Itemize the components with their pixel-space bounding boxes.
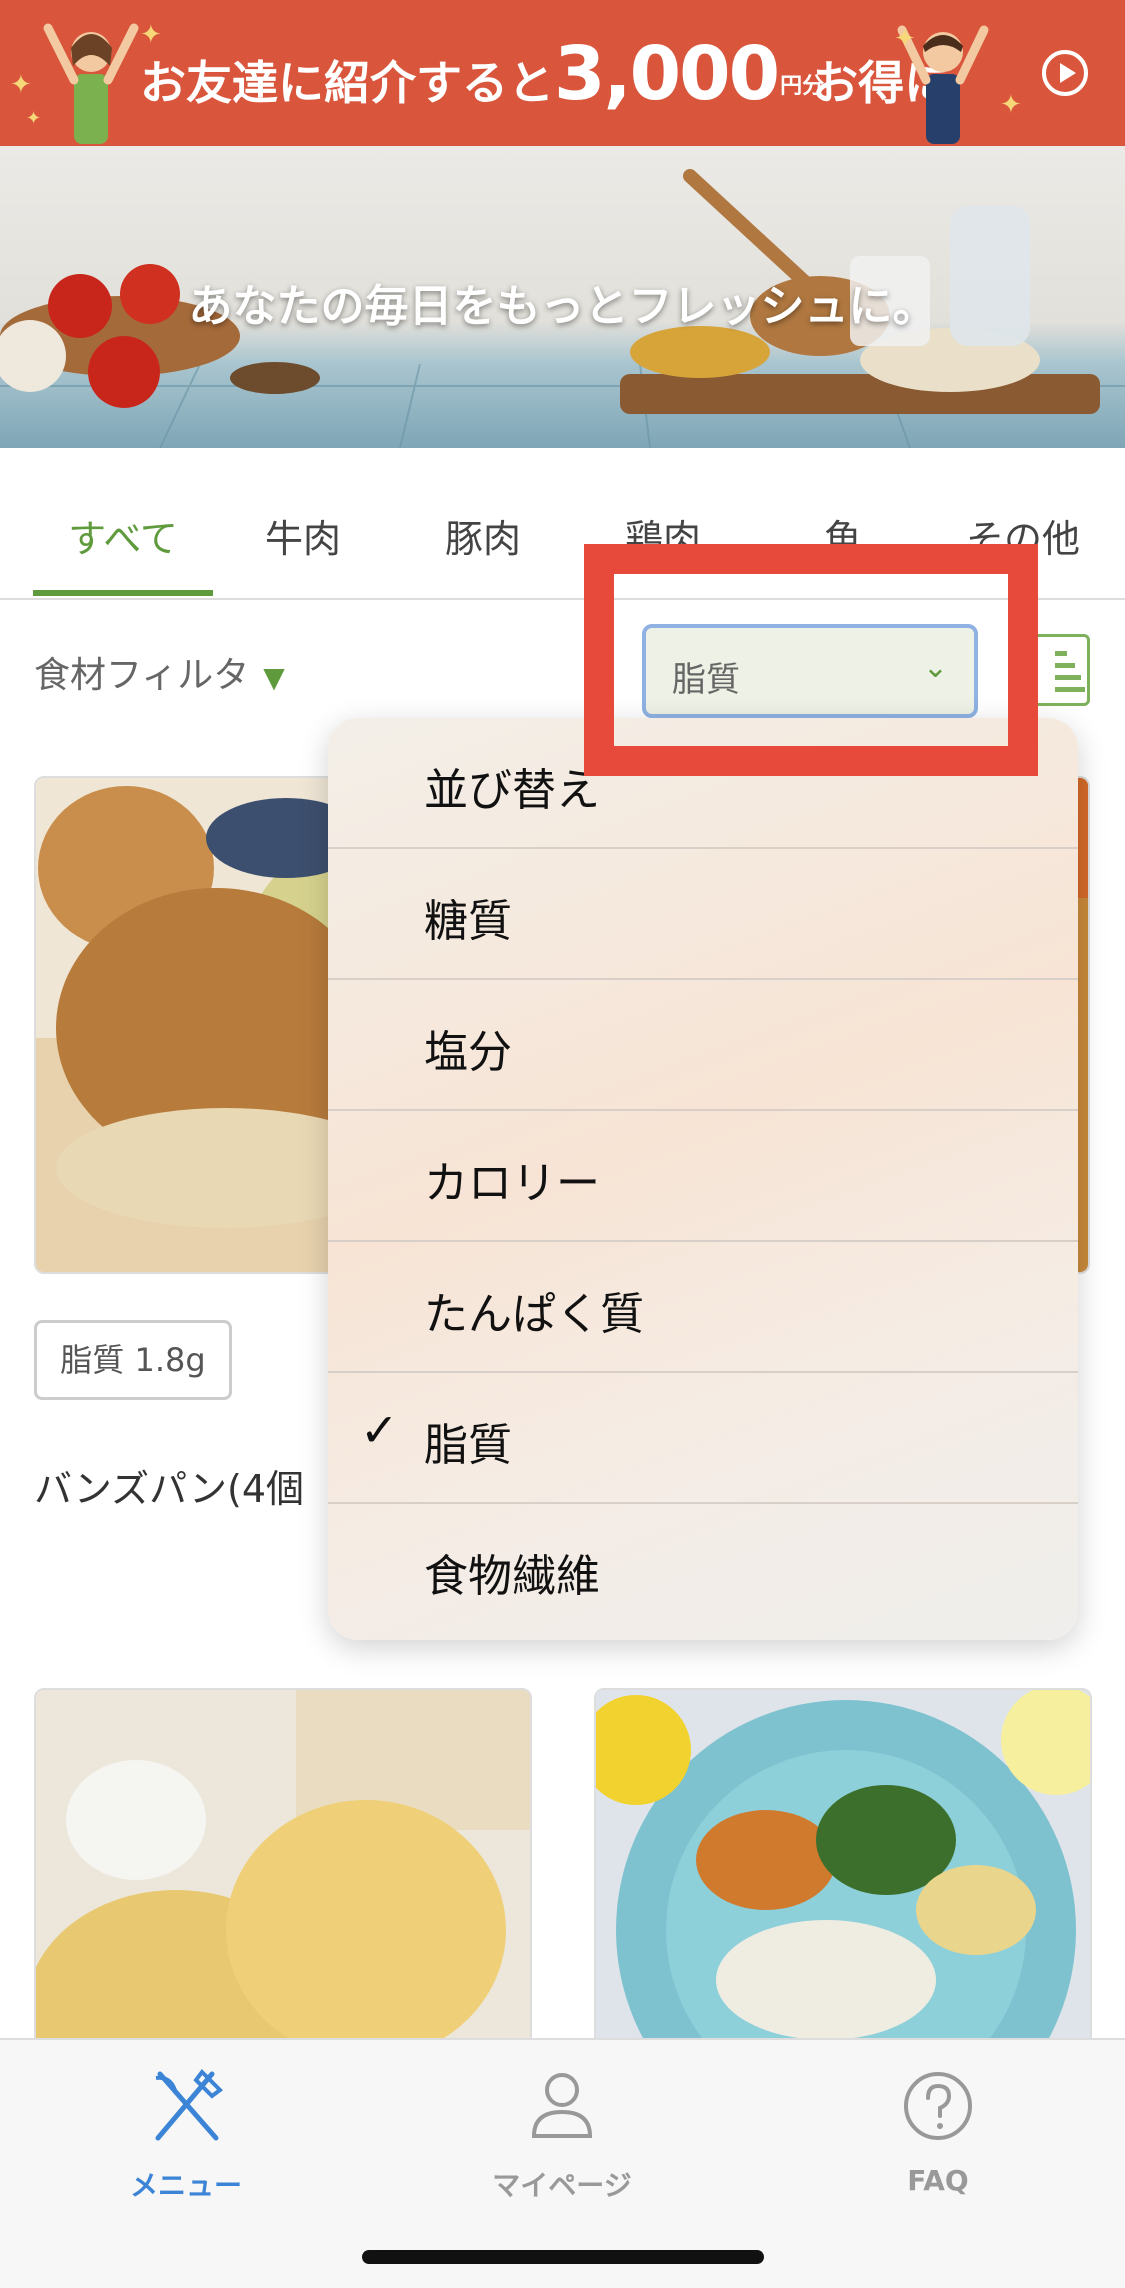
list-lines-icon: [1055, 675, 1081, 680]
hero-headline: あなたの毎日をもっとフレッシュに。: [188, 281, 937, 332]
list-lines-icon: [1055, 687, 1085, 692]
ingredient-filter-toggle[interactable]: 食材フィルタ ▼: [34, 646, 285, 698]
active-tab-indicator: [33, 590, 213, 596]
chevron-down-icon: ▼: [263, 661, 285, 694]
sort-option-label: 塩分: [424, 1027, 512, 1078]
banner-yen-unit: 円分: [780, 73, 825, 99]
sort-option-label: 糖質: [424, 896, 512, 947]
nav-mypage-label: マイページ: [492, 2169, 632, 2202]
sparkle-icon: ✦: [1000, 90, 1022, 120]
sort-option-label: 脂質: [424, 1420, 512, 1471]
list-lines-icon: [1055, 651, 1067, 656]
sparkle-icon: ✦: [26, 108, 42, 129]
product-image-rolls[interactable]: [34, 1688, 532, 2048]
cheering-woman-illustration: [43, 23, 139, 144]
banner-amount: 3,000: [554, 31, 780, 117]
banner-text-prefix: お友達に紹介すると: [140, 56, 554, 110]
person-icon: [531, 2073, 593, 2138]
ingredient-filter-label: 食材フィルタ: [34, 655, 250, 696]
sort-option-fat[interactable]: ✓ 脂質: [328, 1373, 1078, 1504]
nav-faq[interactable]: FAQ: [838, 2066, 1038, 2197]
hero-image: あなたの毎日をもっとフレッシュに。: [0, 146, 1125, 448]
sort-option-carbs[interactable]: 糖質: [328, 849, 1078, 980]
sparkle-icon: ✦: [10, 70, 32, 100]
nutrition-badge: 脂質 1.8g: [34, 1320, 232, 1400]
nav-menu-label: メニュー: [129, 2169, 242, 2202]
tab-all[interactable]: すべて: [33, 508, 213, 563]
tab-pork[interactable]: 豚肉: [393, 508, 573, 563]
nav-faq-label: FAQ: [907, 2164, 969, 2197]
plate-photo: [596, 1690, 1090, 2046]
sparkle-icon: ✦: [894, 24, 916, 54]
list-view-toggle[interactable]: [1032, 634, 1090, 706]
question-circle-icon: [904, 2072, 972, 2140]
home-indicator: [362, 2250, 764, 2264]
list-lines-icon: [1055, 663, 1075, 668]
sort-option-protein[interactable]: たんぱく質: [328, 1242, 1078, 1373]
referral-banner[interactable]: ✦ ✦ ✦ お友達に紹介すると3,000円分お得に ✦ ✦: [0, 0, 1125, 146]
product-image-plate[interactable]: [594, 1688, 1092, 2048]
sort-option-salt[interactable]: 塩分: [328, 980, 1078, 1111]
play-icon[interactable]: [1042, 50, 1088, 96]
sort-option-label: 並び替え: [424, 765, 600, 816]
product-name[interactable]: バンズパン(4個: [34, 1458, 304, 1513]
sort-option-label: カロリー: [424, 1158, 600, 1209]
fork-knife-icon: [155, 2068, 224, 2141]
rolls-photo: [36, 1690, 530, 2046]
tab-beef[interactable]: 牛肉: [213, 508, 393, 563]
sort-option-label: たんぱく質: [424, 1289, 644, 1340]
highlight-box: [584, 544, 1038, 776]
sort-dropdown-menu: 並び替え 糖質 塩分 カロリー たんぱく質 ✓ 脂質 食物繊維: [328, 718, 1078, 1640]
sort-option-label: 食物繊維: [424, 1551, 600, 1602]
sort-option-fiber[interactable]: 食物繊維: [328, 1504, 1078, 1635]
checkmark-icon: ✓: [360, 1403, 399, 1457]
sort-option-calories[interactable]: カロリー: [328, 1111, 1078, 1242]
nav-menu[interactable]: メニュー: [86, 2066, 286, 2204]
nav-mypage[interactable]: マイページ: [462, 2066, 662, 2204]
banner-text: お友達に紹介すると3,000円分お得に: [140, 26, 950, 122]
